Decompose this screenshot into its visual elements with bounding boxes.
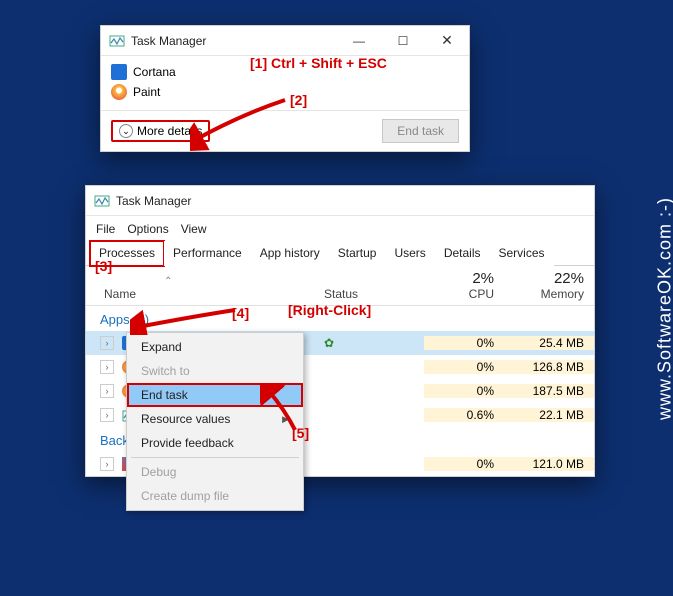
sort-indicator: ⌃: [164, 276, 172, 287]
memory-value: 121.0 MB: [504, 457, 594, 471]
section-apps[interactable]: Apps (4): [86, 306, 594, 331]
submenu-arrow-icon: ▶: [282, 414, 289, 425]
cpu-value: 0%: [424, 336, 504, 350]
cpu-value: 0%: [424, 384, 504, 398]
chevron-down-icon: ⌄: [119, 124, 133, 138]
col-cpu[interactable]: 2%CPU: [424, 270, 504, 301]
col-name[interactable]: ⌃Name: [104, 273, 324, 301]
close-button[interactable]: ✕: [425, 26, 469, 56]
ctx-end-task[interactable]: End task: [127, 383, 303, 407]
task-manager-simple-window: Task Manager — ☐ ✕ Cortana Paint ⌄ More …: [100, 25, 470, 152]
tab-users[interactable]: Users: [385, 241, 434, 266]
tab-app-history[interactable]: App history: [251, 241, 329, 266]
expand-toggle[interactable]: ›: [100, 457, 114, 471]
minimize-button[interactable]: —: [337, 26, 381, 56]
memory-value: 126.8 MB: [504, 360, 594, 374]
efficiency-leaf-icon: ✿: [324, 336, 334, 350]
memory-value: 187.5 MB: [504, 384, 594, 398]
memory-value: 22.1 MB: [504, 408, 594, 422]
cortana-icon: [111, 64, 127, 80]
context-menu: Expand Switch to End task Resource value…: [126, 332, 304, 511]
maximize-button[interactable]: ☐: [381, 26, 425, 56]
expand-toggle[interactable]: ›: [100, 360, 114, 374]
separator: [131, 457, 299, 458]
ctx-resource-values[interactable]: Resource values▶: [127, 407, 303, 431]
tab-performance[interactable]: Performance: [164, 241, 251, 266]
process-name: Cortana: [133, 65, 176, 79]
watermark-side: www.SoftwareOK.com :-): [655, 197, 673, 420]
cpu-value: 0.6%: [424, 408, 504, 422]
cpu-value: 0%: [424, 457, 504, 471]
ctx-debug: Debug: [127, 460, 303, 484]
task-manager-icon: [109, 33, 125, 49]
tab-details[interactable]: Details: [435, 241, 490, 266]
titlebar[interactable]: Task Manager: [86, 186, 594, 216]
more-details-button[interactable]: ⌄ More details: [111, 120, 210, 142]
ctx-provide-feedback[interactable]: Provide feedback: [127, 431, 303, 455]
process-item-cortana[interactable]: Cortana: [111, 62, 459, 82]
process-item-paint[interactable]: Paint: [111, 82, 459, 102]
memory-value: 25.4 MB: [504, 336, 594, 350]
expand-toggle[interactable]: ›: [100, 408, 114, 422]
cpu-value: 0%: [424, 360, 504, 374]
expand-toggle[interactable]: ›: [100, 384, 114, 398]
menu-bar: File Options View: [86, 216, 594, 240]
tab-processes[interactable]: Processes: [90, 241, 164, 266]
col-memory[interactable]: 22%Memory: [504, 270, 594, 301]
paint-icon: [111, 84, 127, 100]
window-title: Task Manager: [116, 194, 191, 208]
column-headers: ⌃Name Status 2%CPU 22%Memory: [86, 266, 594, 306]
menu-file[interactable]: File: [96, 222, 115, 236]
tab-startup[interactable]: Startup: [329, 241, 386, 266]
expand-toggle[interactable]: ›: [100, 336, 114, 350]
menu-view[interactable]: View: [181, 222, 207, 236]
more-details-label: More details: [137, 124, 202, 138]
window-title: Task Manager: [131, 34, 206, 48]
col-status[interactable]: Status: [324, 287, 424, 301]
tab-bar: Processes Performance App history Startu…: [86, 240, 594, 266]
menu-options[interactable]: Options: [127, 222, 168, 236]
ctx-create-dump: Create dump file: [127, 484, 303, 508]
titlebar[interactable]: Task Manager — ☐ ✕: [101, 26, 469, 56]
ctx-expand[interactable]: Expand: [127, 335, 303, 359]
end-task-button[interactable]: End task: [382, 119, 459, 143]
process-name: Paint: [133, 85, 160, 99]
tab-services[interactable]: Services: [490, 241, 554, 266]
task-manager-icon: [94, 193, 110, 209]
ctx-switch-to: Switch to: [127, 359, 303, 383]
